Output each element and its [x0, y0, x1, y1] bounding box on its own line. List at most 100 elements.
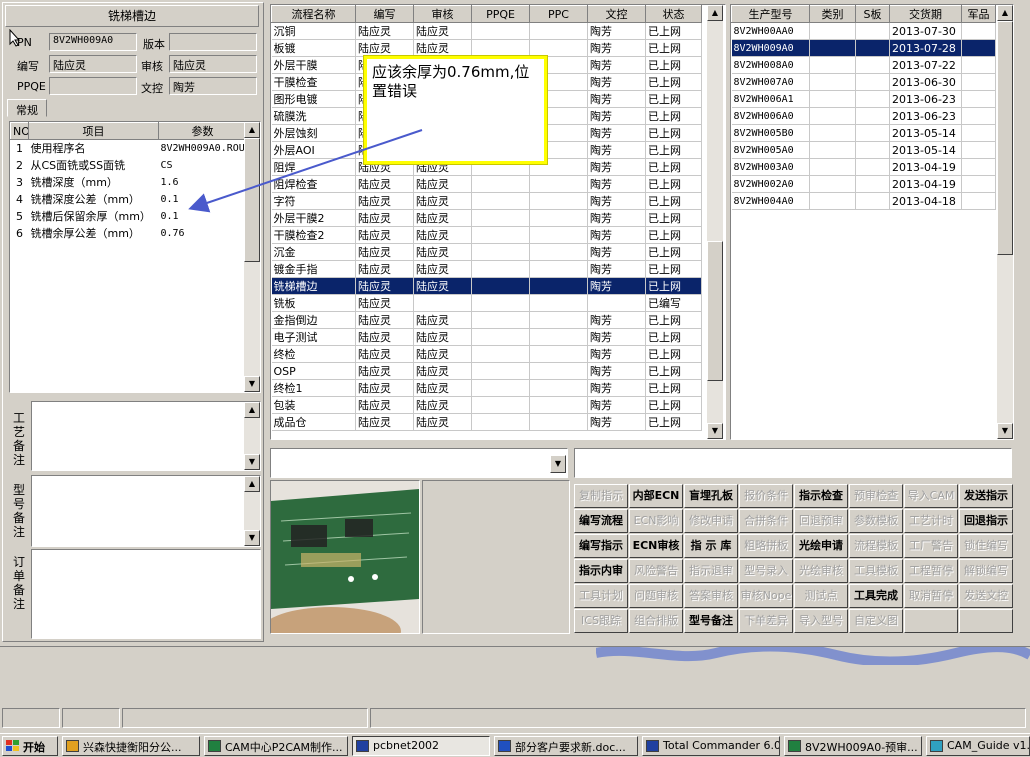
action-button[interactable]: 工具模板 — [849, 559, 903, 583]
scroll-up-icon[interactable]: ▲ — [997, 5, 1013, 21]
model-notes-field[interactable]: ▲ ▼ — [31, 475, 261, 547]
action-button[interactable]: 解锁编写 — [959, 559, 1013, 583]
action-button[interactable]: 锁住编写 — [959, 534, 1013, 558]
action-button[interactable]: 指示检查 — [794, 484, 848, 508]
scroll-up-icon[interactable]: ▲ — [707, 5, 723, 21]
action-button[interactable]: 工艺计时 — [904, 509, 958, 533]
params-cell-value[interactable]: 0.76 — [159, 225, 247, 242]
scroll-down-icon[interactable]: ▼ — [997, 423, 1013, 439]
flow-row[interactable]: 终检1 陆应灵 陆应灵 陶芳 已上网 — [271, 379, 702, 397]
flow-header-reviewer[interactable]: 审核 — [413, 5, 472, 23]
flow-row[interactable]: 沉铜 陆应灵 陆应灵 陶芳 已上网 — [271, 22, 702, 40]
flow-row[interactable]: 板镀 陆应灵 陆应灵 陶芳 已上网 — [271, 39, 702, 57]
action-button[interactable]: 导入CAM — [904, 484, 958, 508]
flow-header-name[interactable]: 流程名称 — [271, 5, 356, 23]
flow-header-ppc[interactable]: PPC — [529, 5, 588, 23]
model-header-code[interactable]: 生产型号 — [731, 5, 810, 23]
action-button[interactable]: 回退指示 — [959, 509, 1013, 533]
action-button[interactable]: 指 示 库 — [684, 534, 738, 558]
action-button[interactable]: 答案审核 — [684, 584, 738, 608]
flow-row[interactable]: OSP 陆应灵 陆应灵 陶芳 已上网 — [271, 362, 702, 380]
action-button[interactable]: 问题审核 — [629, 584, 683, 608]
action-button[interactable]: 型号录入 — [739, 559, 793, 583]
flow-row[interactable]: 成品仓 陆应灵 陆应灵 陶芳 已上网 — [271, 413, 702, 431]
process-notes-field[interactable]: ▲ ▼ — [31, 401, 261, 471]
action-button[interactable]: 自定义图 — [849, 609, 903, 633]
model-header-military[interactable]: 军品 — [961, 5, 996, 23]
order-notes-field[interactable] — [31, 549, 261, 639]
model-row[interactable]: 8V2WH003A0 2013-04-19 — [731, 158, 996, 176]
model-row[interactable]: 8V2WH00AA0 2013-07-30 — [731, 22, 996, 40]
scroll-up-icon[interactable]: ▲ — [244, 402, 260, 418]
action-button[interactable]: ECN审核 — [629, 534, 683, 558]
model-header-delivery[interactable]: 交货期 — [889, 5, 962, 23]
flow-row[interactable]: 包装 陆应灵 陆应灵 陶芳 已上网 — [271, 396, 702, 414]
model-scrollbar[interactable]: ▲ ▼ — [997, 5, 1013, 439]
model-row[interactable]: 8V2WH008A0 2013-07-22 — [731, 56, 996, 74]
flow-row[interactable]: 金指倒边 陆应灵 陆应灵 陶芳 已上网 — [271, 311, 702, 329]
model-row[interactable]: 8V2WH005A0 2013-05-14 — [731, 141, 996, 159]
action-button[interactable]: 下单差异 — [739, 609, 793, 633]
scroll-thumb[interactable] — [997, 21, 1013, 255]
pn-field[interactable]: 8V2WH009A0 — [49, 33, 137, 51]
model-row[interactable]: 8V2WH006A0 2013-06-23 — [731, 107, 996, 125]
flow-header-status[interactable]: 状态 — [645, 5, 702, 23]
flow-scrollbar[interactable]: ▲ ▼ — [707, 5, 723, 439]
action-button[interactable]: 粗略拼板 — [739, 534, 793, 558]
model-row[interactable]: 8V2WH002A0 2013-04-19 — [731, 175, 996, 193]
start-button[interactable]: 开始 — [2, 736, 58, 756]
ppqe-field[interactable] — [49, 77, 137, 95]
flow-row[interactable]: 干膜检查2 陆应灵 陆应灵 陶芳 已上网 — [271, 226, 702, 244]
flow-header-ppqe[interactable]: PPQE — [471, 5, 530, 23]
params-row[interactable]: 6 铣槽余厚公差（mm） 0.76 — [11, 225, 247, 242]
action-button[interactable]: 参数模板 — [849, 509, 903, 533]
action-button[interactable]: 修改申请 — [684, 509, 738, 533]
taskbar-item[interactable]: pcbnet2002 — [352, 736, 490, 756]
model-header-category[interactable]: 类别 — [809, 5, 856, 23]
flow-row[interactable]: 沉金 陆应灵 陆应灵 陶芳 已上网 — [271, 243, 702, 261]
action-button[interactable]: 指示退审 — [684, 559, 738, 583]
action-button[interactable]: 光绘审核 — [794, 559, 848, 583]
scroll-down-icon[interactable]: ▼ — [244, 454, 260, 470]
taskbar-item[interactable]: 8V2WH009A0-预审... — [784, 736, 922, 756]
params-header-no[interactable]: NO — [10, 122, 29, 140]
reviewer-field[interactable]: 陆应灵 — [169, 55, 257, 73]
scroll-down-icon[interactable]: ▼ — [244, 376, 260, 392]
taskbar-item[interactable]: CAM中心P2CAM制作... — [204, 736, 348, 756]
writer-field[interactable]: 陆应灵 — [49, 55, 137, 73]
action-button[interactable]: 型号备注 — [684, 609, 738, 633]
action-button[interactable]: 工具计划 — [574, 584, 628, 608]
action-button[interactable]: 发送文控 — [959, 584, 1013, 608]
action-button[interactable]: 盲埋孔板 — [684, 484, 738, 508]
taskbar-item[interactable]: Total Commander 6.0... — [642, 736, 780, 756]
flow-row[interactable]: 电子测试 陆应灵 陆应灵 陶芳 已上网 — [271, 328, 702, 346]
model-header-s-board[interactable]: S板 — [855, 5, 890, 23]
doc-control-field[interactable]: 陶芳 — [169, 77, 257, 95]
action-button[interactable]: 复制指示 — [574, 484, 628, 508]
action-button[interactable]: 工具完成 — [849, 584, 903, 608]
scroll-up-icon[interactable]: ▲ — [244, 476, 260, 492]
action-button[interactable]: 编写流程 — [574, 509, 628, 533]
search-input[interactable] — [574, 448, 1012, 478]
process-notes-scrollbar[interactable]: ▲ ▼ — [244, 402, 260, 470]
action-button[interactable]: 内部ECN — [629, 484, 683, 508]
version-field[interactable] — [169, 33, 257, 51]
action-button[interactable] — [959, 609, 1013, 633]
flow-header-writer[interactable]: 编写 — [355, 5, 414, 23]
action-button[interactable]: ICS跟踪 — [574, 609, 628, 633]
action-button[interactable]: ECN影响 — [629, 509, 683, 533]
action-button[interactable]: 预审检查 — [849, 484, 903, 508]
scroll-down-icon[interactable]: ▼ — [244, 530, 260, 546]
chevron-down-icon[interactable]: ▼ — [550, 455, 566, 473]
action-button[interactable]: 导入型号 — [794, 609, 848, 633]
flow-header-doc-control[interactable]: 文控 — [587, 5, 646, 23]
action-button[interactable]: 工程暂停 — [904, 559, 958, 583]
scroll-thumb[interactable] — [707, 241, 723, 381]
flow-row[interactable]: 铣梯槽边 陆应灵 陆应灵 陶芳 已上网 — [271, 277, 702, 295]
tab-general[interactable]: 常规 — [7, 99, 47, 117]
flow-row[interactable]: 铣板 陆应灵 已编写 — [271, 294, 702, 312]
action-button[interactable]: 回退预审 — [794, 509, 848, 533]
model-row[interactable]: 8V2WH006A1 2013-06-23 — [731, 90, 996, 108]
action-button[interactable]: 发送指示 — [959, 484, 1013, 508]
model-row[interactable]: 8V2WH007A0 2013-06-30 — [731, 73, 996, 91]
